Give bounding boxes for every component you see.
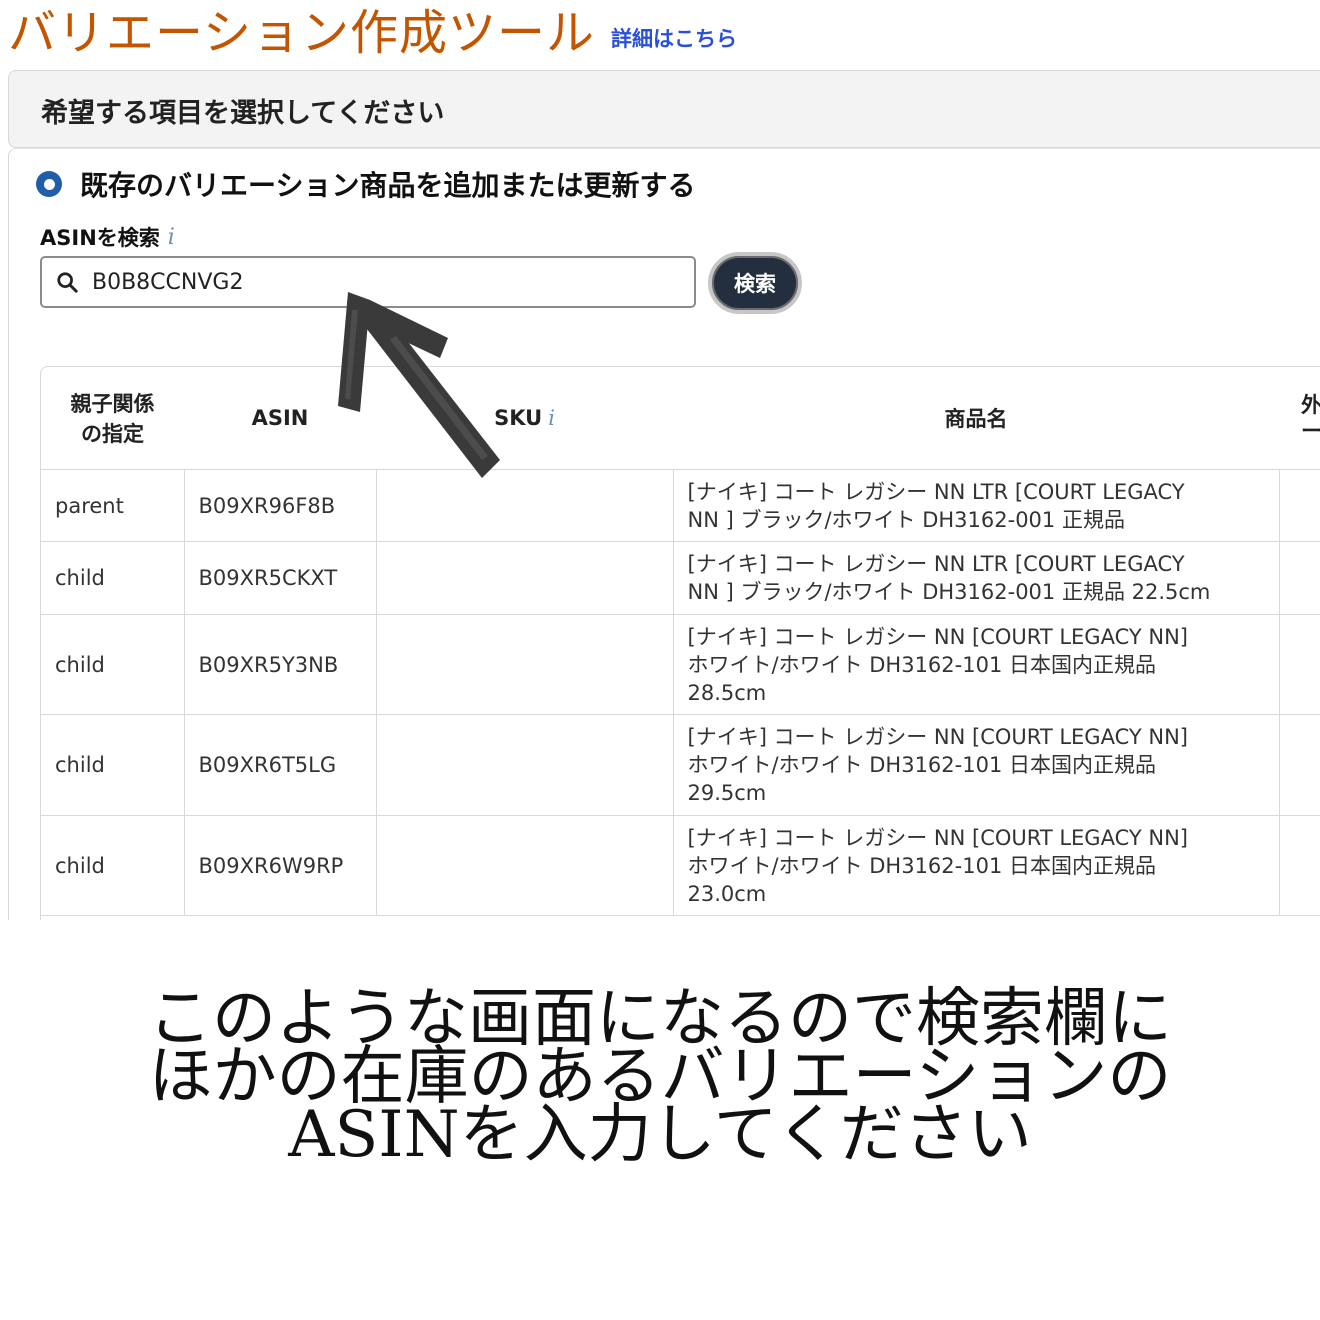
- product-name-line: [ナイキ] コート レガシー NN [COURT LEGACY NN]: [687, 624, 1188, 649]
- search-label: ASINを検索: [40, 226, 160, 250]
- product-name-line: ホワイト/ホワイト DH3162-101 日本国内正規品: [687, 652, 1157, 677]
- product-name-line: NN ] ブラック/ホワイト DH3162-001 正規品 22.5cm: [687, 580, 1211, 604]
- table-row: parent B09XR96F8B [ナイキ] コート レガシー NN LTR [C…: [41, 469, 1320, 542]
- column-header-relation: 親子関係 の指定: [41, 367, 184, 470]
- sku-cell: [376, 815, 674, 916]
- sku-cell: [376, 714, 674, 816]
- table-row: child B09XR6W9RP [ナイキ] コート レガシー NN [COURT …: [41, 815, 1320, 916]
- relation-cell: child: [41, 614, 185, 715]
- sku-info-icon[interactable]: i: [548, 406, 555, 430]
- extra-header-line1: 外: [1301, 393, 1320, 417]
- product-name-line: ホワイト/ホワイト DH3162-101 日本国内正規品: [687, 753, 1157, 777]
- variation-table: 親子関係 の指定 ASIN SKU i 商品名 外 ー parent B09XR96…: [40, 366, 1320, 920]
- radio-option[interactable]: 既存のバリエーション商品を追加または更新する: [36, 164, 695, 204]
- product-name-cell: [ナイキ] コート レガシー NN LTR [COURT LEGACY NN ] …: [673, 541, 1280, 615]
- caption: このような画面になるので検索欄に ほかの在庫のあるバリエーションの ASINを入…: [0, 987, 1320, 1172]
- table-row: child B09XR5Y3NB [ナイキ] コート レガシー NN [COURT …: [41, 614, 1320, 715]
- column-header-name: 商品名: [673, 367, 1279, 470]
- title-row: バリエーション作成ツール 詳細はこちら: [8, 0, 737, 62]
- section-header: 希望する項目を選択してください: [8, 70, 1320, 148]
- product-name-cell: [ナイキ] コート レガシー NN [COURT LEGACY NN] ホワイト/…: [673, 714, 1280, 816]
- asin-cell: B09XR6W9RP: [184, 815, 377, 916]
- radio-button-selected[interactable]: [36, 171, 62, 197]
- search-icon: [57, 272, 78, 293]
- relation-header-line1: 親子関係: [70, 392, 155, 416]
- relation-cell: child: [41, 541, 185, 615]
- product-name-line: 28.5cm: [687, 680, 767, 705]
- product-name-line: 23.0cm: [687, 881, 767, 906]
- screenshot-region: バリエーション作成ツール 詳細はこちら 希望する項目を選択してください 既存のバ…: [0, 0, 1320, 920]
- extra-cell: [1279, 714, 1320, 816]
- info-icon[interactable]: i: [168, 225, 175, 250]
- search-label-row: ASINを検索 i: [40, 222, 175, 252]
- product-name-line: [ナイキ] コート レガシー NN [COURT LEGACY NN]: [687, 825, 1188, 850]
- annotation-arrow-icon: [338, 292, 500, 478]
- table-header-row: 親子関係 の指定 ASIN SKU i 商品名 外 ー: [41, 367, 1320, 470]
- relation-cell: parent: [41, 469, 185, 542]
- radio-label: 既存のバリエーション商品を追加または更新する: [80, 169, 696, 202]
- table-row: child B09XR6T5LG [ナイキ] コート レガシー NN [COURT …: [41, 714, 1320, 816]
- product-name-cell: [ナイキ] コート レガシー NN [COURT LEGACY NN] ホワイト/…: [673, 614, 1280, 715]
- product-name-line: [ナイキ] コート レガシー NN [COURT LEGACY NN]: [687, 725, 1188, 749]
- search-value: B0B8CCNVG2: [92, 269, 244, 295]
- caption-line-3: ASINを入力してください: [288, 1098, 1032, 1172]
- table-row: child B09XR5CKXT [ナイキ] コート レガシー NN LTR [CO…: [41, 541, 1320, 615]
- relation-cell: child: [41, 815, 185, 916]
- product-name-cell: [ナイキ] コート レガシー NN [COURT LEGACY NN] ホワイト/…: [673, 815, 1280, 916]
- extra-cell: [1279, 541, 1320, 615]
- product-name-cell: [ナイキ] コート レガシー NN LTR [COURT LEGACY NN ] …: [673, 469, 1280, 542]
- section-heading: 希望する項目を選択してください: [41, 98, 445, 129]
- relation-header-line2: の指定: [81, 422, 144, 446]
- product-name-line: NN ] ブラック/ホワイト DH3162-001 正規品: [687, 507, 1125, 532]
- extra-header-line2: ー: [1301, 419, 1320, 443]
- asin-cell: B09XR5CKXT: [184, 541, 377, 615]
- extra-cell: [1279, 469, 1320, 542]
- sku-cell: [376, 614, 674, 715]
- page-title: バリエーション作成ツール: [8, 5, 596, 61]
- extra-cell: [1279, 815, 1320, 916]
- product-name-line: [ナイキ] コート レガシー NN LTR [COURT LEGACY: [687, 479, 1185, 504]
- details-link[interactable]: 詳細はこちら: [611, 24, 737, 54]
- product-name-line: [ナイキ] コート レガシー NN LTR [COURT LEGACY: [687, 552, 1185, 576]
- search-button[interactable]: 検索: [708, 252, 802, 314]
- extra-cell: [1279, 614, 1320, 715]
- asin-cell: B09XR6T5LG: [184, 714, 377, 816]
- relation-cell: child: [41, 714, 185, 816]
- sku-cell: [376, 541, 674, 615]
- product-name-line: 29.5cm: [687, 781, 767, 805]
- column-header-extra: 外 ー: [1279, 367, 1320, 470]
- asin-cell: B09XR5Y3NB: [184, 614, 377, 715]
- product-name-line: ホワイト/ホワイト DH3162-101 日本国内正規品: [687, 853, 1157, 878]
